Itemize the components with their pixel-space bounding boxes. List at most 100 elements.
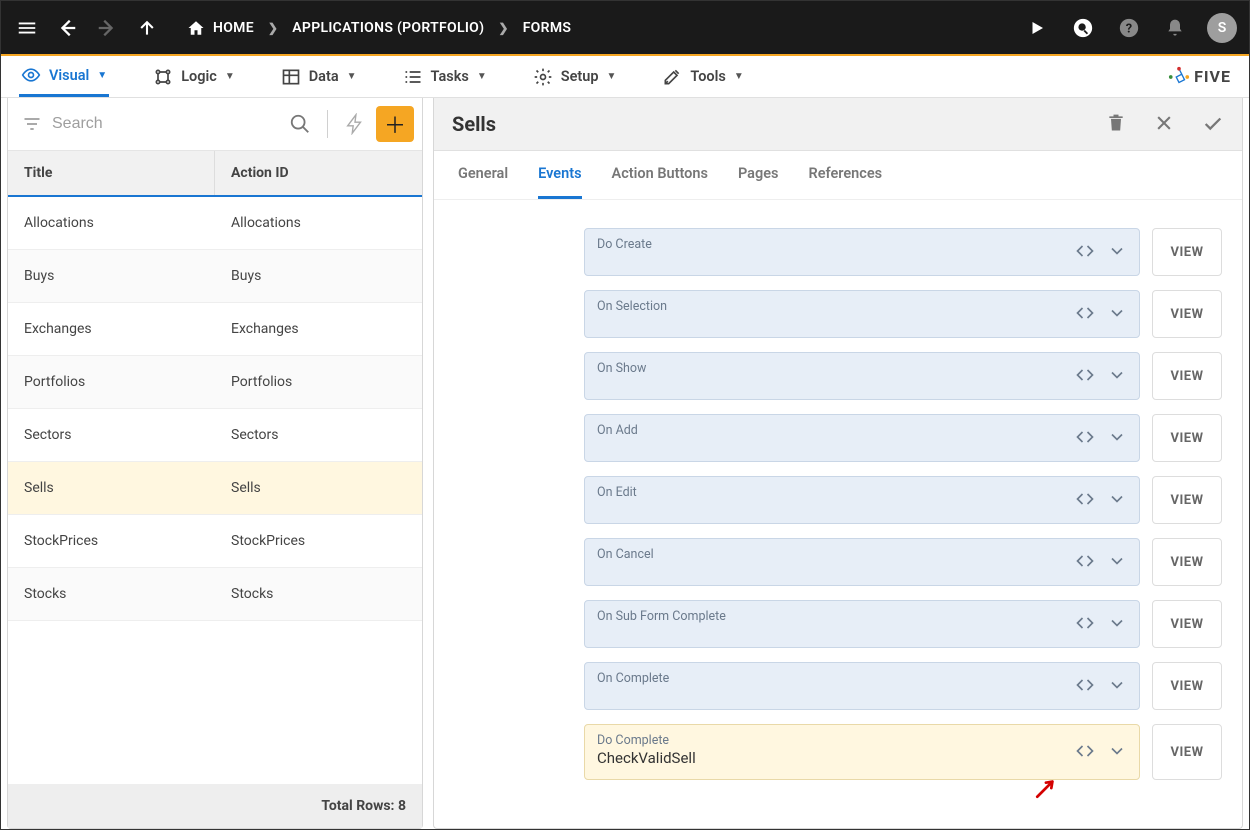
list-body: AllocationsAllocationsBuysBuysExchangesE…: [8, 197, 422, 621]
list-row[interactable]: PortfoliosPortfolios: [8, 356, 422, 409]
list-row[interactable]: AllocationsAllocations: [8, 197, 422, 250]
event-list: Do CreateVIEWOn SelectionVIEWOn ShowVIEW…: [434, 200, 1242, 828]
list-header: Title Action ID: [8, 151, 422, 197]
event-field[interactable]: On Cancel: [584, 538, 1140, 586]
code-icon[interactable]: [1075, 303, 1095, 323]
tab-general[interactable]: General: [458, 151, 508, 199]
breadcrumb-applications[interactable]: APPLICATIONS (PORTFOLIO): [292, 20, 484, 36]
delete-icon[interactable]: [1106, 113, 1126, 135]
chevron-down-icon[interactable]: [1107, 675, 1127, 695]
event-field[interactable]: On Complete: [584, 662, 1140, 710]
code-icon[interactable]: [1075, 241, 1095, 261]
event-row: Do CompleteCheckValidSellVIEW: [584, 724, 1222, 780]
add-button[interactable]: ＋: [376, 106, 414, 142]
chevron-down-icon[interactable]: [1107, 613, 1127, 633]
view-button[interactable]: VIEW: [1152, 352, 1222, 400]
event-row: On Sub Form CompleteVIEW: [584, 600, 1222, 648]
tab-references[interactable]: References: [808, 151, 882, 199]
tab-pages[interactable]: Pages: [738, 151, 779, 199]
event-field[interactable]: Do CompleteCheckValidSell: [584, 724, 1140, 780]
view-button[interactable]: VIEW: [1152, 662, 1222, 710]
search-icon[interactable]: [289, 113, 311, 135]
chevron-down-icon[interactable]: [1107, 489, 1127, 509]
event-field[interactable]: On Show: [584, 352, 1140, 400]
up-icon[interactable]: [133, 14, 161, 42]
view-button[interactable]: VIEW: [1152, 724, 1222, 780]
tab-action-buttons[interactable]: Action Buttons: [612, 151, 708, 199]
list-row[interactable]: SectorsSectors: [8, 409, 422, 462]
chevron-down-icon[interactable]: [1107, 741, 1127, 761]
menu-data[interactable]: Data▼: [279, 56, 359, 97]
brand-logo: FIVE: [1168, 66, 1231, 88]
code-icon[interactable]: [1075, 613, 1095, 633]
menubar: Visual▼ Logic▼ Data▼ Tasks▼ Setup▼ Tools▼ FIVE: [1, 56, 1249, 98]
pane-header: Sells: [434, 98, 1242, 151]
menu-visual[interactable]: Visual▼: [19, 56, 109, 97]
list-row[interactable]: SellsSells: [8, 462, 422, 515]
event-field[interactable]: On Selection: [584, 290, 1140, 338]
chevron-down-icon[interactable]: [1107, 365, 1127, 385]
event-field[interactable]: On Edit: [584, 476, 1140, 524]
view-button[interactable]: VIEW: [1152, 414, 1222, 462]
help-icon[interactable]: ?: [1115, 14, 1143, 42]
event-row: On ShowVIEW: [584, 352, 1222, 400]
topbar: HOME ❯ APPLICATIONS (PORTFOLIO) ❯ FORMS …: [1, 1, 1249, 56]
chevron-right-icon: ❯: [498, 21, 508, 35]
check-icon[interactable]: [1202, 113, 1224, 135]
breadcrumb-forms[interactable]: FORMS: [523, 20, 572, 36]
chevron-down-icon[interactable]: [1107, 241, 1127, 261]
event-field[interactable]: Do Create: [584, 228, 1140, 276]
col-title[interactable]: Title: [8, 151, 215, 195]
chevron-down-icon[interactable]: [1107, 427, 1127, 447]
view-button[interactable]: VIEW: [1152, 476, 1222, 524]
code-icon[interactable]: [1075, 741, 1095, 761]
tab-events[interactable]: Events: [538, 151, 581, 199]
view-button[interactable]: VIEW: [1152, 600, 1222, 648]
code-icon[interactable]: [1075, 365, 1095, 385]
view-button[interactable]: VIEW: [1152, 228, 1222, 276]
list-row[interactable]: BuysBuys: [8, 250, 422, 303]
code-icon[interactable]: [1075, 427, 1095, 447]
view-button[interactable]: VIEW: [1152, 538, 1222, 586]
list-row[interactable]: StockPricesStockPrices: [8, 515, 422, 568]
menu-tasks[interactable]: Tasks▼: [401, 56, 489, 97]
play-icon[interactable]: [1023, 14, 1051, 42]
pane-title: Sells: [452, 112, 496, 136]
event-row: On SelectionVIEW: [584, 290, 1222, 338]
bell-icon[interactable]: [1161, 14, 1189, 42]
view-button[interactable]: VIEW: [1152, 290, 1222, 338]
code-icon[interactable]: [1075, 551, 1095, 571]
menu-setup[interactable]: Setup▼: [531, 56, 619, 97]
event-row: On CompleteVIEW: [584, 662, 1222, 710]
svg-text:?: ?: [1126, 21, 1132, 36]
left-pane: ＋ Title Action ID AllocationsAllocations…: [7, 98, 423, 829]
code-icon[interactable]: [1075, 675, 1095, 695]
chevron-down-icon[interactable]: [1107, 303, 1127, 323]
event-row: On CancelVIEW: [584, 538, 1222, 586]
back-icon[interactable]: [53, 14, 81, 42]
tabs: General Events Action Buttons Pages Referenc…: [434, 151, 1242, 200]
right-pane: Sells General Events Action Buttons Pages Re…: [433, 98, 1243, 829]
breadcrumb: HOME ❯ APPLICATIONS (PORTFOLIO) ❯ FORMS: [187, 19, 571, 37]
search-bar: ＋: [8, 98, 422, 151]
menu-logic[interactable]: Logic▼: [151, 56, 237, 97]
event-row: On EditVIEW: [584, 476, 1222, 524]
hamburger-icon[interactable]: [13, 14, 41, 42]
col-action-id[interactable]: Action ID: [215, 151, 422, 195]
menu-tools[interactable]: Tools▼: [660, 56, 745, 97]
list-row[interactable]: StocksStocks: [8, 568, 422, 621]
chevron-right-icon: ❯: [268, 21, 278, 35]
code-icon[interactable]: [1075, 489, 1095, 509]
bolt-icon[interactable]: [344, 113, 366, 135]
close-icon[interactable]: [1154, 113, 1174, 135]
breadcrumb-home[interactable]: HOME: [187, 19, 254, 37]
search-input[interactable]: [52, 115, 279, 133]
event-field[interactable]: On Sub Form Complete: [584, 600, 1140, 648]
filter-icon[interactable]: [22, 114, 42, 134]
list-row[interactable]: ExchangesExchanges: [8, 303, 422, 356]
search-fab-icon[interactable]: [1069, 14, 1097, 42]
chevron-down-icon[interactable]: [1107, 551, 1127, 571]
event-row: On AddVIEW: [584, 414, 1222, 462]
event-field[interactable]: On Add: [584, 414, 1140, 462]
avatar[interactable]: S: [1207, 13, 1237, 43]
